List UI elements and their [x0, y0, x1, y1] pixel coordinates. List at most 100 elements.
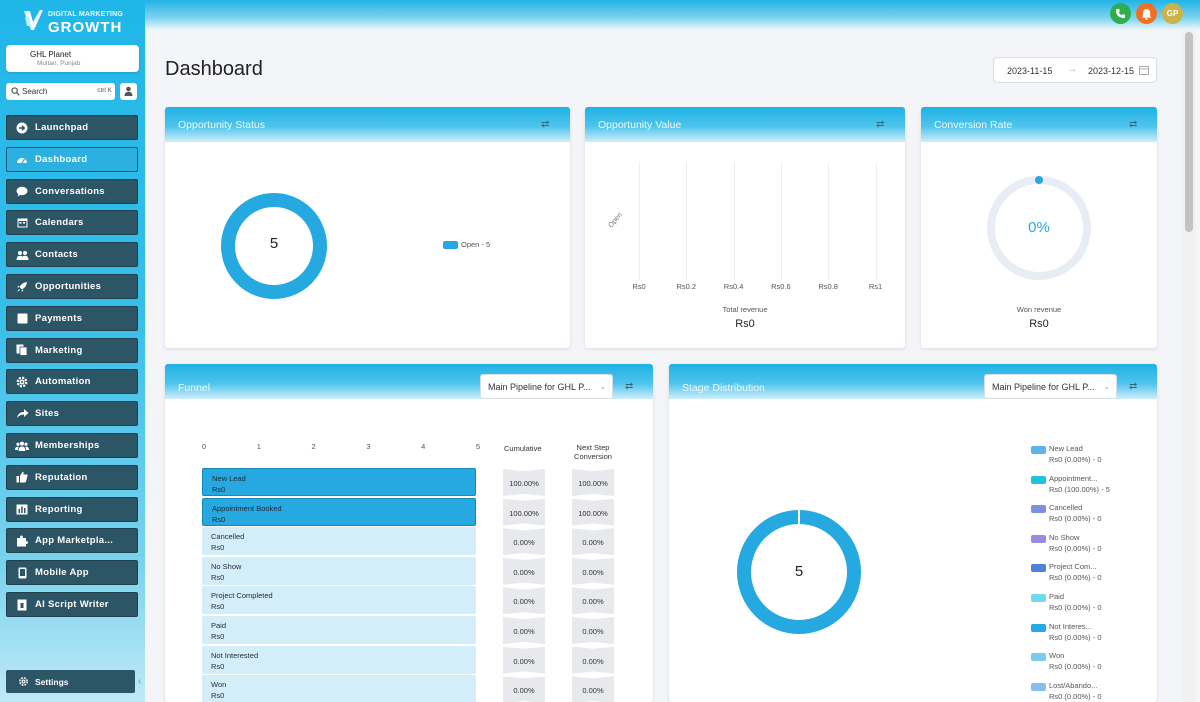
funnel-stage-name: No Show — [211, 561, 242, 571]
dashboard-icon — [15, 152, 29, 166]
legend-label: Open - 5 — [461, 240, 491, 249]
swap-icon[interactable]: ⇄ — [1129, 119, 1137, 130]
legend-swatch — [1031, 682, 1046, 691]
swap-icon[interactable]: ⇄ — [1129, 381, 1137, 392]
sidebar-item-label: Marketing — [35, 344, 83, 356]
sidebar-item-reputation[interactable]: Reputation — [6, 464, 138, 490]
avatar[interactable]: GP — [1162, 3, 1183, 24]
bar-chart-icon — [15, 502, 29, 516]
sidebar-item-label: Launchpad — [35, 122, 89, 133]
sidebar-item-contacts[interactable]: Contacts — [6, 242, 138, 268]
sidebar-item-marketing[interactable]: Marketing — [6, 337, 138, 363]
sidebar-item-label: Calendars — [35, 217, 84, 229]
pipeline-select[interactable]: Main Pipeline for GHL P... ⌄ — [480, 374, 613, 399]
funnel-row[interactable]: Paid Rs0 — [202, 616, 476, 644]
sidebar-item-ai-script-writer[interactable]: AI Script Writer — [6, 592, 138, 617]
card-header: Funnel Main Pipeline for GHL P... ⌄ ⇄ — [165, 364, 653, 399]
funnel-stage-name: Cancelled — [211, 532, 245, 542]
sidebar-item-dashboard[interactable]: Dashboard — [6, 146, 138, 172]
sidebar-item-settings[interactable]: Settings — [6, 670, 135, 693]
grid-line — [733, 162, 735, 280]
opportunity-value-card: Opportunity Value ⇄ Rs0 Rs0.2 Rs0.4 Rs0.6 Rs… — [585, 107, 905, 348]
sidebar-item-opportunities[interactable]: Opportunities — [6, 274, 138, 299]
swap-icon[interactable]: ⇄ — [541, 119, 549, 130]
total-revenue-caption: Total revenue — [722, 305, 768, 314]
sidebar-item-label: Conversations — [35, 185, 105, 197]
cumulative-value: 0.00% — [503, 557, 545, 585]
quick-add-contact-button[interactable] — [120, 83, 137, 100]
thumbs-up-icon — [15, 470, 29, 484]
account-switcher[interactable]: GHL Planet Multan, Punjab — [6, 45, 139, 72]
group-icon — [15, 439, 29, 453]
date-range-picker[interactable]: 2023-11-15 → 2023-12-15 — [993, 57, 1157, 83]
sidebar-item-reporting[interactable]: Reporting — [6, 496, 138, 522]
brand-logo[interactable]: DIGITAL MARKETING GROWTH — [22, 8, 132, 36]
sidebar-item-conversations[interactable]: Conversations — [6, 178, 138, 204]
funnel-stage-name: Paid — [211, 621, 227, 630]
pipeline-select-value: Main Pipeline for GHL P... — [992, 382, 1095, 392]
legend-swatch — [1031, 505, 1046, 514]
sidebar-item-label: Opportunities — [35, 281, 102, 292]
legend-swatch — [1031, 564, 1046, 573]
next-step-conversion-value: 0.00% — [572, 528, 614, 556]
swap-icon[interactable]: ⇄ — [625, 381, 633, 392]
cumulative-value: 0.00% — [503, 676, 545, 702]
cumulative-value: 0.00% — [503, 528, 545, 556]
sidebar-item-label: Sites — [35, 408, 60, 420]
page-scrollbar[interactable] — [1182, 30, 1196, 702]
legend-swatch — [1031, 446, 1046, 454]
funnel-row[interactable]: Won Rs0 — [202, 675, 476, 702]
sidebar-item-automation[interactable]: Automation — [6, 369, 138, 395]
sidebar-item-label: Dashboard — [35, 153, 88, 165]
search-input[interactable]: Search ctrl K — [6, 83, 115, 100]
top-bar: GP — [145, 0, 1200, 30]
next-step-conversion-value: 0.00% — [572, 587, 614, 615]
legend-stage-name: Cancelled — [1049, 503, 1083, 513]
x-tick-label: Rs0 — [632, 282, 646, 291]
funnel-row[interactable]: No Show Rs0 — [202, 556, 476, 585]
grid-line — [828, 162, 830, 280]
funnel-axis-tick: 2 — [311, 442, 316, 451]
legend-stage-value: Rs0 (0.00%) - 0 — [1049, 455, 1102, 464]
next-step-header-line2: Conversion — [574, 451, 612, 461]
sidebar-item-label: Automation — [35, 376, 91, 388]
date-start: 2023-11-15 — [1007, 66, 1053, 76]
arrow-right-icon: → — [1067, 64, 1077, 75]
legend-swatch — [1031, 475, 1046, 484]
funnel-row[interactable]: Project Completed Rs0 — [202, 586, 476, 615]
sidebar-item-mobile-app[interactable]: Mobile App — [6, 560, 138, 586]
funnel-stage-name: Won — [211, 680, 227, 690]
sidebar-item-calendars[interactable]: Calendars — [6, 210, 138, 236]
total-revenue-value: Rs0 — [735, 318, 755, 330]
sidebar-item-memberships[interactable]: Memberships — [6, 433, 138, 458]
funnel-row[interactable]: Cancelled Rs0 — [202, 527, 476, 556]
sidebar-item-payments[interactable]: Payments — [6, 305, 138, 331]
funnel-axis-tick: 5 — [475, 442, 481, 451]
sidebar-item-app-marketpla[interactable]: App Marketpla... — [6, 528, 138, 554]
date-end: 2023-12-15 — [1088, 66, 1135, 76]
bell-icon — [1141, 8, 1152, 20]
sidebar-item-launchpad[interactable]: Launchpad — [6, 115, 138, 140]
next-step-conversion-value: 0.00% — [572, 676, 614, 702]
funnel-stage-revenue: Rs0 — [211, 632, 225, 641]
funnel-row[interactable]: Appointment Booked Rs0 — [202, 497, 476, 526]
phone-button[interactable] — [1110, 3, 1131, 24]
document-icon — [15, 598, 29, 612]
pipeline-select[interactable]: Main Pipeline for GHL P... ⌄ — [984, 374, 1117, 399]
cumulative-value: 0.00% — [503, 617, 545, 644]
scrollbar-thumb[interactable] — [1185, 32, 1193, 232]
funnel-stage-revenue: Rs0 — [211, 661, 225, 671]
notifications-button[interactable] — [1136, 3, 1157, 24]
grid-line — [686, 162, 688, 280]
swap-icon[interactable]: ⇄ — [876, 119, 884, 130]
card-title: Opportunity Status — [178, 119, 265, 131]
funnel-stage-name: Not Interested — [211, 650, 259, 660]
sidebar-item-sites[interactable]: Sites — [6, 401, 138, 427]
funnel-row[interactable]: New Lead Rs0 — [202, 468, 476, 496]
pipeline-select-value: Main Pipeline for GHL P... — [488, 382, 591, 392]
legend-stage-name: No Show — [1049, 532, 1080, 542]
funnel-row[interactable]: Not Interested Rs0 — [202, 645, 476, 674]
sidebar-collapse-icon[interactable]: ‹ — [138, 676, 141, 687]
brand-line-2: GROWTH — [48, 19, 123, 36]
logo-mark-icon — [24, 10, 43, 30]
